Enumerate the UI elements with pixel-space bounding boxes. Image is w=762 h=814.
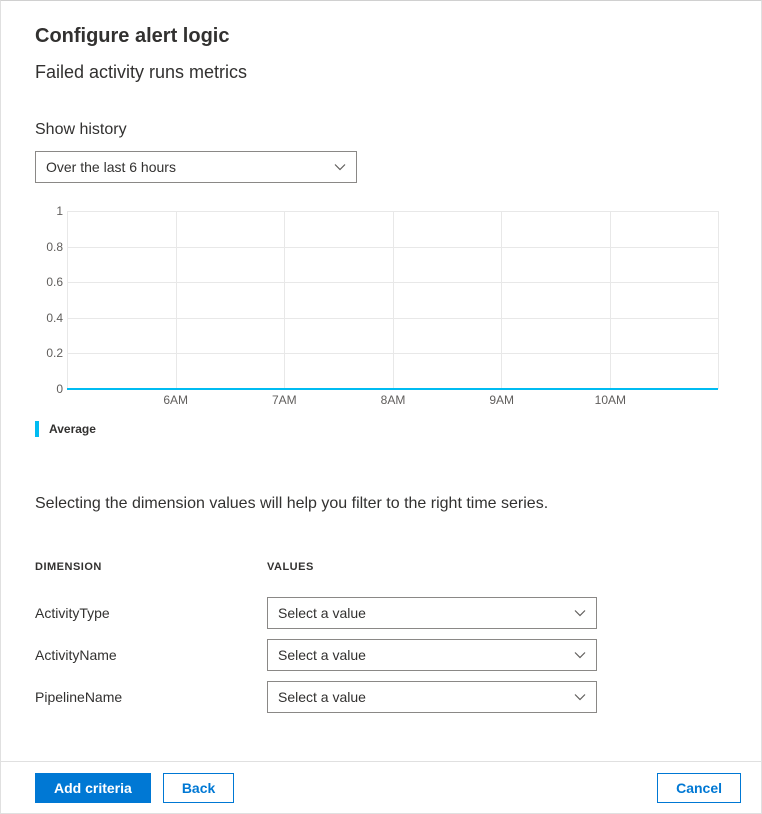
y-axis-tick: 1 <box>35 204 63 218</box>
chart-gridline <box>284 211 285 389</box>
column-header-values: VALUES <box>267 561 314 573</box>
dimension-row: ActivityType Select a value <box>35 597 727 629</box>
chevron-down-icon <box>574 607 586 619</box>
y-axis-tick: 0 <box>35 382 63 396</box>
column-header-dimension: DIMENSION <box>35 561 267 573</box>
chart-legend: Average <box>35 421 727 437</box>
dimension-value-dropdown[interactable]: Select a value <box>267 639 597 671</box>
footer-bar: Add criteria Back Cancel <box>1 761 761 813</box>
x-axis-tick: 10AM <box>595 393 626 407</box>
history-label: Show history <box>35 121 727 139</box>
chart-gridline <box>610 211 611 389</box>
y-axis-tick: 0.2 <box>35 346 63 360</box>
legend-swatch <box>35 421 39 437</box>
dimension-selected-value: Select a value <box>278 689 366 705</box>
metric-name: Failed activity runs metrics <box>35 62 727 83</box>
dimension-selected-value: Select a value <box>278 647 366 663</box>
x-axis-tick: 6AM <box>163 393 188 407</box>
cancel-button[interactable]: Cancel <box>657 773 741 803</box>
legend-label: Average <box>49 422 96 436</box>
dimensions-help-text: Selecting the dimension values will help… <box>35 495 727 513</box>
dimension-name: ActivityType <box>35 605 267 621</box>
chevron-down-icon <box>574 691 586 703</box>
x-axis-tick: 9AM <box>489 393 514 407</box>
chart-gridline <box>501 211 502 389</box>
history-dropdown[interactable]: Over the last 6 hours <box>35 151 357 183</box>
dimension-value-dropdown[interactable]: Select a value <box>267 597 597 629</box>
history-selected-value: Over the last 6 hours <box>46 159 176 175</box>
chevron-down-icon <box>334 161 346 173</box>
dimension-name: PipelineName <box>35 689 267 705</box>
dimension-name: ActivityName <box>35 647 267 663</box>
add-criteria-button[interactable]: Add criteria <box>35 773 151 803</box>
chart-gridline <box>176 211 177 389</box>
y-axis-tick: 0.6 <box>35 275 63 289</box>
history-chart: 00.20.40.60.81 6AM7AM8AM9AM10AM <box>35 211 727 411</box>
dimension-row: ActivityName Select a value <box>35 639 727 671</box>
y-axis-tick: 0.4 <box>35 311 63 325</box>
dimension-row: PipelineName Select a value <box>35 681 727 713</box>
chart-series-line <box>67 388 718 390</box>
x-axis-tick: 8AM <box>381 393 406 407</box>
x-axis-tick: 7AM <box>272 393 297 407</box>
dimension-value-dropdown[interactable]: Select a value <box>267 681 597 713</box>
chevron-down-icon <box>574 649 586 661</box>
dimension-selected-value: Select a value <box>278 605 366 621</box>
y-axis-tick: 0.8 <box>35 240 63 254</box>
chart-gridline <box>393 211 394 389</box>
page-title: Configure alert logic <box>35 25 727 48</box>
back-button[interactable]: Back <box>163 773 234 803</box>
